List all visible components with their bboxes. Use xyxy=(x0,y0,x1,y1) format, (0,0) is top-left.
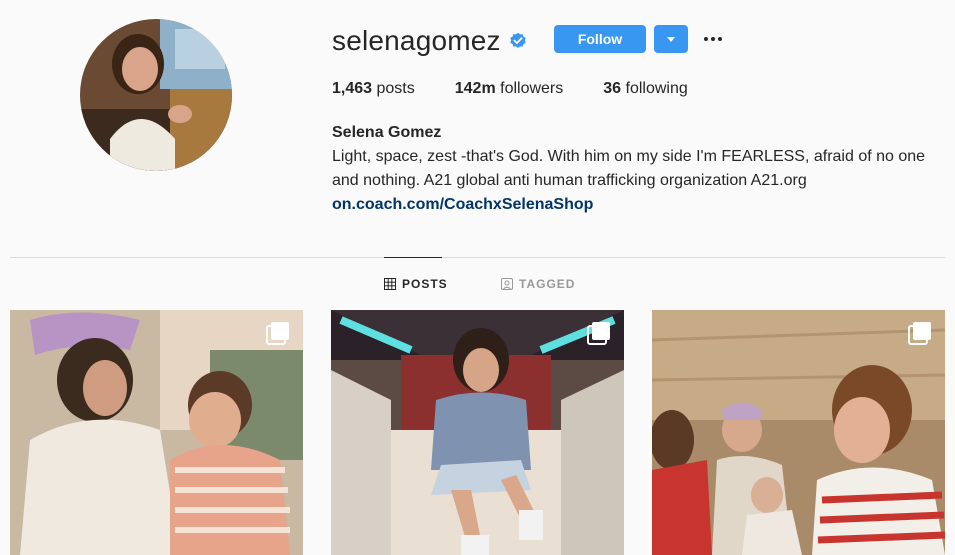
verified-badge-icon xyxy=(510,32,526,49)
posts-stat: 1,463 posts xyxy=(332,80,415,98)
active-tab-indicator xyxy=(384,257,442,258)
full-name: Selena Gomez xyxy=(332,124,442,141)
following-count: 36 xyxy=(603,80,622,97)
more-dots-icon xyxy=(704,37,708,41)
posts-label: posts xyxy=(376,80,415,97)
profile-stats: 1,463 posts 142m followers 36 following xyxy=(332,80,728,98)
chevron-down-icon xyxy=(667,36,675,42)
avatar-image xyxy=(80,19,232,171)
post-thumbnail[interactable] xyxy=(652,310,945,555)
followers-stat[interactable]: 142m followers xyxy=(455,80,564,98)
follow-button[interactable]: Follow xyxy=(554,25,646,53)
post-image-mother-baby xyxy=(10,310,303,555)
post-thumbnail[interactable] xyxy=(331,310,624,555)
followers-label: followers xyxy=(500,80,564,97)
post-thumbnail[interactable] xyxy=(10,310,303,555)
posts-count: 1,463 xyxy=(332,80,373,97)
tab-posts-label: POSTS xyxy=(402,277,448,291)
followers-count: 142m xyxy=(454,80,496,97)
bio-text: Light, space, zest -that's God. With him… xyxy=(332,148,926,189)
profile-avatar[interactable] xyxy=(80,19,232,171)
multiple-photos-icon xyxy=(587,322,610,345)
following-stat[interactable]: 36 following xyxy=(603,80,688,98)
options-button[interactable] xyxy=(700,27,726,51)
multiple-photos-icon xyxy=(908,322,931,345)
username-row: selenagomez xyxy=(332,24,527,58)
tab-tagged[interactable]: TAGGED xyxy=(501,277,575,291)
post-image-van-interior xyxy=(331,310,624,555)
multiple-photos-icon xyxy=(266,322,289,345)
tagged-icon xyxy=(501,278,513,290)
tab-tagged-label: TAGGED xyxy=(519,277,576,291)
tabs-divider xyxy=(10,257,945,258)
bio-link[interactable]: on.coach.com/CoachxSelenaShop xyxy=(332,193,944,217)
grid-icon xyxy=(384,278,396,290)
suggestions-dropdown-button[interactable] xyxy=(654,25,688,53)
following-label: following xyxy=(625,80,688,97)
username: selenagomez xyxy=(332,25,501,56)
post-image-group-children xyxy=(652,310,945,555)
tab-posts[interactable]: POSTS xyxy=(384,277,448,291)
profile-bio: Selena Gomez Light, space, zest -that's … xyxy=(332,121,944,217)
